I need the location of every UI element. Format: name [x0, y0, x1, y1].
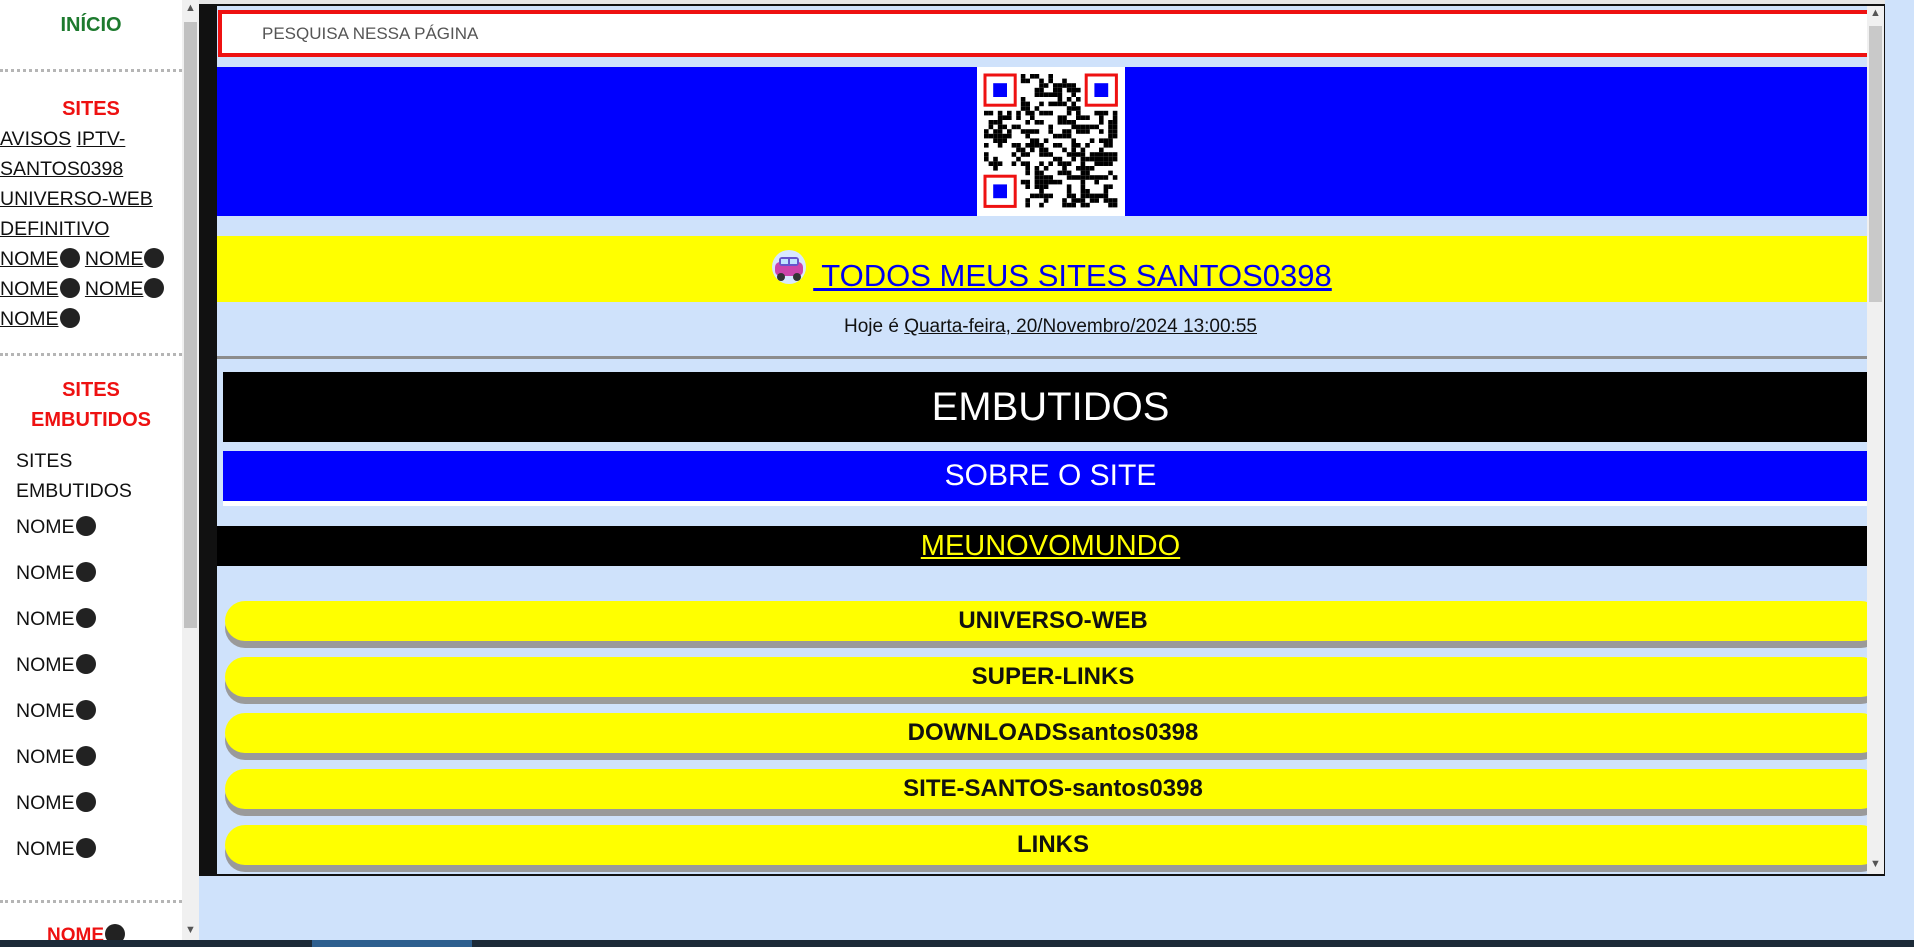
sidebar-link-nome[interactable]: NOME [85, 248, 165, 270]
sidebar-embutido-item[interactable]: NOME [16, 558, 132, 604]
downloads-santos0398-button[interactable]: DOWNLOADSsantos0398 [225, 713, 1881, 753]
sites-banner: TODOS MEUS SITES SANTOS0398 [217, 236, 1884, 302]
circle-icon [75, 516, 96, 536]
search-input[interactable] [260, 14, 1864, 54]
meunovomundo-bar: MEUNOVOMUNDO [217, 526, 1884, 566]
sidebar-link-nome-label: NOME [84, 278, 144, 300]
title-line: SITES [16, 450, 73, 472]
meunovomundo-link[interactable]: MEUNOVOMUNDO [921, 530, 1180, 562]
circle-icon [75, 654, 96, 674]
links-button[interactable]: LINKS [225, 825, 1881, 865]
scroll-up-icon[interactable]: ▲ [182, 2, 199, 14]
sidebar-divider [0, 353, 182, 356]
date-prefix: Hoje é [844, 316, 905, 337]
todos-meus-sites-label: TODOS MEUS SITES SANTOS0398 [813, 258, 1332, 293]
main-scroll-thumb[interactable] [1869, 26, 1882, 302]
title-line: EMBUTIDOS [16, 480, 132, 502]
sidebar-link-definitivo[interactable]: DEFINITIVO [0, 218, 109, 240]
qr-code-image [983, 73, 1118, 208]
sidebar: INÍCIO SITES AVISOS IPTV- SANTOS0398 UNI… [0, 0, 182, 940]
sidebar-bottom-item[interactable]: NOME [47, 924, 125, 940]
sidebar-divider [0, 900, 182, 903]
sidebar-link-nome[interactable]: NOME [0, 278, 80, 300]
sidebar-divider [0, 69, 182, 72]
item-label: NOME [16, 654, 75, 676]
item-label: NOME [16, 608, 75, 630]
sidebar-link-nome[interactable]: NOME [0, 308, 80, 330]
main-scrollbar[interactable]: ▲ ▼ [1867, 6, 1884, 874]
sidebar-scrollbar[interactable]: ▲ ▼ [182, 0, 199, 940]
super-links-button[interactable]: SUPER-LINKS [225, 657, 1881, 697]
car-icon [769, 250, 809, 296]
sidebar-embutido-item[interactable]: NOME [16, 650, 132, 696]
sidebar-embutidos-title: SITES EMBUTIDOS [16, 446, 132, 506]
item-label: NOME [16, 562, 75, 584]
embutidos-heading: EMBUTIDOS [223, 372, 1878, 442]
sidebar-scroll-thumb[interactable] [184, 22, 197, 628]
sidebar-embutido-item[interactable]: NOME [16, 834, 132, 880]
heading-line: EMBUTIDOS [31, 409, 151, 431]
item-label: NOME [16, 700, 75, 722]
sidebar-sites-links: AVISOS IPTV- SANTOS0398 UNIVERSO-WEB DEF… [0, 124, 182, 334]
sidebar-embutido-item[interactable]: NOME [16, 696, 132, 742]
scroll-up-icon[interactable]: ▲ [1867, 7, 1884, 19]
embedded-frame: TODOS MEUS SITES SANTOS0398 Hoje é Quart… [199, 4, 1885, 876]
sidebar-link-nome[interactable]: NOME [85, 278, 165, 300]
circle-icon [59, 278, 80, 298]
item-label: NOME [47, 925, 104, 940]
sidebar-link-avisos[interactable]: AVISOS [0, 128, 71, 150]
sidebar-embutido-item[interactable]: NOME [16, 788, 132, 834]
sidebar-inicio-link[interactable]: INÍCIO [0, 14, 182, 37]
site-santos-button[interactable]: SITE-SANTOS-santos0398 [225, 769, 1881, 809]
scroll-down-icon[interactable]: ▼ [1867, 858, 1884, 870]
sidebar-embutidos-list: SITES EMBUTIDOS NOME NOME NOME NOME NOME… [16, 446, 132, 880]
item-label: NOME [16, 516, 75, 538]
circle-icon [75, 746, 96, 766]
sidebar-link-nome-label: NOME [84, 248, 144, 270]
qr-code [977, 67, 1125, 216]
taskbar [0, 940, 1914, 947]
sidebar-link-iptv-santos[interactable]: SANTOS0398 [0, 158, 123, 180]
circle-icon [75, 562, 96, 582]
item-label: NOME [16, 838, 75, 860]
circle-icon [59, 308, 80, 328]
search-box [218, 10, 1881, 57]
circle-icon [75, 608, 96, 628]
circle-icon [75, 838, 96, 858]
date-value[interactable]: Quarta-feira, 20/Novembro/2024 13:00:55 [904, 316, 1257, 337]
sidebar-embutido-item[interactable]: NOME [16, 742, 132, 788]
page-content: TODOS MEUS SITES SANTOS0398 Hoje é Quart… [217, 6, 1884, 874]
sidebar-link-nome-label: NOME [0, 248, 59, 270]
sidebar-embutido-item[interactable]: NOME [16, 604, 132, 650]
sidebar-link-nome-label: NOME [0, 308, 59, 330]
circle-icon [75, 792, 96, 812]
item-label: NOME [16, 792, 75, 814]
circle-icon [144, 248, 165, 268]
sidebar-link-nome-label: NOME [0, 278, 59, 300]
circle-icon [59, 248, 80, 268]
qr-banner [217, 67, 1884, 216]
todos-meus-sites-link[interactable]: TODOS MEUS SITES SANTOS0398 [769, 250, 1332, 296]
item-label: NOME [16, 746, 75, 768]
sidebar-link-nome[interactable]: NOME [0, 248, 80, 270]
date-line: Hoje é Quarta-feira, 20/Novembro/2024 13… [217, 316, 1884, 338]
sidebar-link-iptv[interactable]: IPTV- [77, 128, 126, 150]
sidebar-sites-heading: SITES [62, 98, 120, 120]
sidebar-embutido-item[interactable]: NOME [16, 512, 132, 558]
divider [217, 356, 1884, 359]
universo-web-button[interactable]: UNIVERSO-WEB [225, 601, 1881, 641]
circle-icon [105, 924, 125, 940]
circle-icon [75, 700, 96, 720]
sidebar-link-universo-web[interactable]: UNIVERSO-WEB [0, 188, 153, 210]
taskbar-active-app[interactable] [312, 940, 472, 947]
heading-line: SITES [62, 379, 120, 401]
sobre-o-site-button[interactable]: SOBRE O SITE [223, 451, 1878, 506]
scroll-down-icon[interactable]: ▼ [182, 924, 199, 936]
sidebar-sites-embutidos-heading: SITES EMBUTIDOS [0, 375, 182, 435]
circle-icon [144, 278, 165, 298]
